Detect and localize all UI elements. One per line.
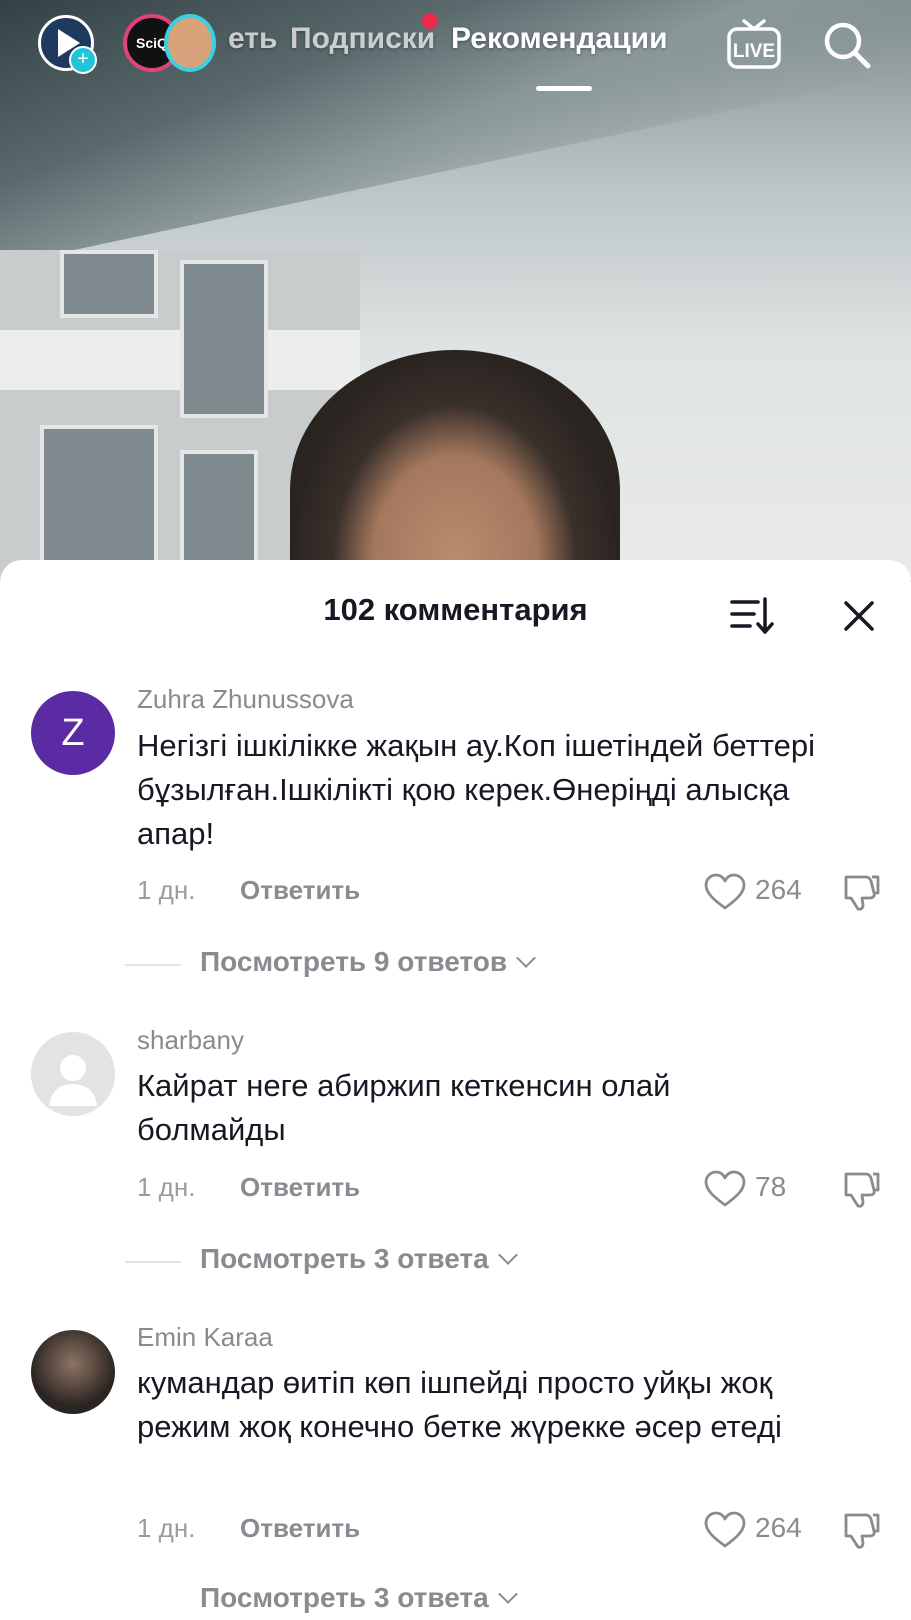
- chevron-down-icon: [497, 1584, 518, 1604]
- chevron-down-icon: [516, 948, 536, 968]
- avatar[interactable]: Z: [31, 691, 115, 775]
- comment-time: 1 дн.: [137, 1513, 196, 1543]
- view-replies-label: Посмотреть 9 ответов: [200, 946, 508, 977]
- profile-logo-button[interactable]: +: [38, 15, 97, 74]
- avatar[interactable]: [31, 1032, 115, 1116]
- chevron-down-icon: [497, 1245, 518, 1265]
- close-icon[interactable]: [843, 600, 875, 632]
- default-user-icon: [49, 1055, 97, 1106]
- comment-author[interactable]: sharbany: [137, 1025, 244, 1056]
- story-avatar-person[interactable]: [164, 14, 216, 72]
- reply-button[interactable]: Ответить: [240, 1513, 360, 1544]
- view-replies-button[interactable]: Посмотреть 3 ответа: [200, 1243, 518, 1275]
- tab-recommendations[interactable]: Рекомендации: [451, 22, 668, 56]
- tab-partial[interactable]: еть: [228, 22, 277, 56]
- dislike-icon[interactable]: [840, 1168, 882, 1210]
- reply-button[interactable]: Ответить: [240, 1172, 360, 1203]
- comments-count-title: 102 комментария: [323, 592, 588, 627]
- comment-text: Кайрат неге абиржип кеткенсин олай болма…: [137, 1068, 671, 1147]
- comments-sheet: 102 комментария Z Zuhra Zhunussova Негіз…: [0, 560, 911, 1620]
- comment-author[interactable]: Emin Karaa: [137, 1322, 273, 1353]
- notification-dot: [422, 13, 438, 29]
- comment-text: кумандар өитіп көп ішпейді просто уйқы ж…: [137, 1365, 782, 1444]
- search-icon[interactable]: [822, 20, 872, 70]
- heart-icon[interactable]: [704, 1511, 746, 1549]
- view-replies-label: Посмотреть 3 ответа: [200, 1582, 489, 1613]
- dislike-icon[interactable]: [840, 1509, 882, 1551]
- replies-divider: [125, 964, 181, 966]
- heart-icon[interactable]: [704, 1170, 746, 1208]
- top-bar: + SciQ еть Подписки Рекомендации LIVE: [0, 0, 911, 100]
- like-count: 264: [755, 1512, 802, 1543]
- sort-icon[interactable]: [730, 596, 774, 636]
- dislike-icon[interactable]: [840, 871, 882, 913]
- comment-text: Негізгі ішкілікке жақын ау.Коп ішетіндей…: [137, 728, 815, 851]
- like-count: 78: [755, 1171, 787, 1202]
- view-replies-label: Посмотреть 3 ответа: [200, 1243, 489, 1274]
- comment-time: 1 дн.: [137, 875, 196, 905]
- replies-divider: [125, 1261, 181, 1263]
- active-tab-indicator: [536, 86, 592, 91]
- svg-text:LIVE: LIVE: [733, 41, 775, 62]
- like-count: 264: [755, 874, 802, 905]
- plus-icon[interactable]: +: [69, 46, 97, 74]
- comment-time: 1 дн.: [137, 1172, 196, 1202]
- heart-icon[interactable]: [704, 873, 746, 911]
- reply-button[interactable]: Ответить: [240, 875, 360, 906]
- view-replies-button[interactable]: Посмотреть 9 ответов: [200, 946, 536, 978]
- live-icon[interactable]: LIVE: [726, 15, 782, 71]
- comment-author[interactable]: Zuhra Zhunussova: [137, 684, 354, 715]
- avatar[interactable]: [31, 1330, 115, 1414]
- view-replies-button[interactable]: Посмотреть 3 ответа: [200, 1582, 518, 1614]
- tab-subscriptions[interactable]: Подписки: [290, 22, 435, 56]
